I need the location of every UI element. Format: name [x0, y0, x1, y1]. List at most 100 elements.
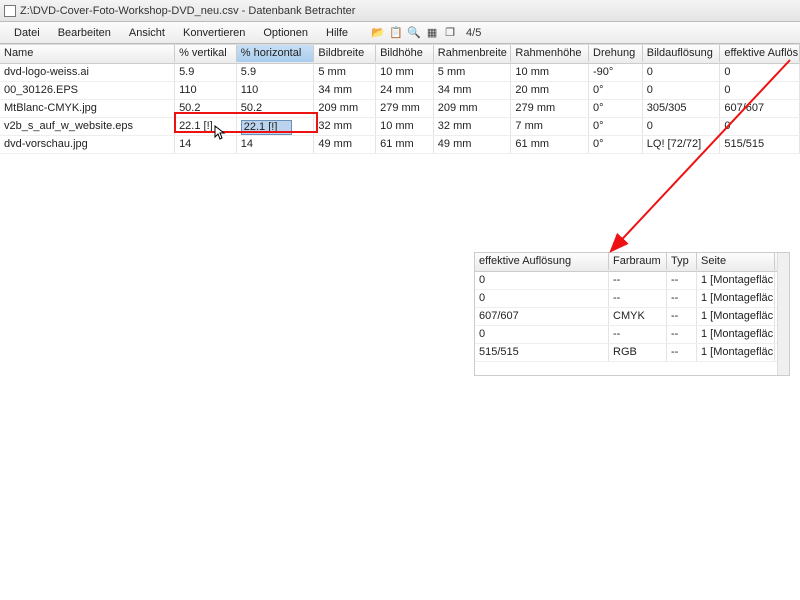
- main-table[interactable]: Name% vertikal% horizontalBildbreiteBild…: [0, 44, 800, 154]
- table-cell[interactable]: 20 mm: [511, 82, 589, 99]
- table-cell[interactable]: 0°: [589, 118, 643, 135]
- col-header[interactable]: Seite: [697, 253, 775, 270]
- table-cell[interactable]: 110: [237, 82, 315, 99]
- table-cell[interactable]: 0: [720, 118, 800, 135]
- col-header[interactable]: Bildhöhe: [376, 45, 434, 62]
- col-header[interactable]: Typ: [667, 253, 697, 270]
- col-header[interactable]: Name: [0, 45, 175, 62]
- table-cell[interactable]: 279 mm: [376, 100, 434, 117]
- table-row[interactable]: 607/607CMYK--1 [Montagefläc: [475, 308, 789, 326]
- copy-icon[interactable]: 📋: [388, 25, 404, 41]
- table-cell[interactable]: MtBlanc-CMYK.jpg: [0, 100, 175, 117]
- table-cell[interactable]: 34 mm: [434, 82, 512, 99]
- table-cell[interactable]: 61 mm: [511, 136, 589, 153]
- table-cell[interactable]: --: [667, 326, 697, 343]
- table-cell[interactable]: 00_30126.EPS: [0, 82, 175, 99]
- table-cell[interactable]: 279 mm: [511, 100, 589, 117]
- table-cell[interactable]: 1 [Montagefläc: [697, 326, 775, 343]
- table-cell[interactable]: 22.1 [!]: [237, 118, 315, 135]
- col-header[interactable]: Bildauflösung: [643, 45, 721, 62]
- table-cell[interactable]: dvd-vorschau.jpg: [0, 136, 175, 153]
- col-header[interactable]: Rahmenhöhe: [511, 45, 589, 62]
- table-cell[interactable]: 0: [475, 326, 609, 343]
- table-cell[interactable]: --: [667, 308, 697, 325]
- table-cell[interactable]: RGB: [609, 344, 667, 361]
- table-cell[interactable]: 32 mm: [434, 118, 512, 135]
- open-icon[interactable]: 📂: [370, 25, 386, 41]
- menu-konvertieren[interactable]: Konvertieren: [175, 25, 253, 41]
- table-cell[interactable]: --: [609, 326, 667, 343]
- table-cell[interactable]: 1 [Montagefläc: [697, 272, 775, 289]
- table-cell[interactable]: 209 mm: [314, 100, 376, 117]
- table-cell[interactable]: 0: [643, 64, 721, 81]
- table-cell[interactable]: 49 mm: [314, 136, 376, 153]
- table-cell[interactable]: v2b_s_auf_w_website.eps: [0, 118, 175, 135]
- menu-bearbeiten[interactable]: Bearbeiten: [50, 25, 119, 41]
- col-header[interactable]: Farbraum: [609, 253, 667, 270]
- table-cell[interactable]: 305/305: [643, 100, 721, 117]
- table-cell[interactable]: 50.2: [175, 100, 237, 117]
- table-cell[interactable]: 607/607: [720, 100, 800, 117]
- table-cell[interactable]: 49 mm: [434, 136, 512, 153]
- table-cell[interactable]: 10 mm: [511, 64, 589, 81]
- menu-optionen[interactable]: Optionen: [255, 25, 316, 41]
- col-header[interactable]: Drehung: [589, 45, 643, 62]
- table-cell[interactable]: 0: [643, 82, 721, 99]
- menu-ansicht[interactable]: Ansicht: [121, 25, 173, 41]
- menu-datei[interactable]: Datei: [6, 25, 48, 41]
- table-cell[interactable]: 24 mm: [376, 82, 434, 99]
- table-row[interactable]: dvd-logo-weiss.ai5.95.95 mm10 mm5 mm10 m…: [0, 64, 800, 82]
- table-row[interactable]: 00_30126.EPS11011034 mm24 mm34 mm20 mm0°…: [0, 82, 800, 100]
- table-cell[interactable]: 0°: [589, 100, 643, 117]
- table-row[interactable]: v2b_s_auf_w_website.eps22.1 [!]22.1 [!]3…: [0, 118, 800, 136]
- table-row[interactable]: MtBlanc-CMYK.jpg50.250.2209 mm279 mm209 …: [0, 100, 800, 118]
- table-cell[interactable]: 110: [175, 82, 237, 99]
- table-cell[interactable]: 10 mm: [376, 64, 434, 81]
- table-cell[interactable]: 0°: [589, 82, 643, 99]
- table-cell[interactable]: 50.2: [237, 100, 315, 117]
- table-cell[interactable]: 34 mm: [314, 82, 376, 99]
- table-cell[interactable]: 5 mm: [314, 64, 376, 81]
- table-cell[interactable]: 0: [643, 118, 721, 135]
- table-cell[interactable]: 5.9: [237, 64, 315, 81]
- scrollbar[interactable]: [777, 253, 789, 375]
- grid-icon[interactable]: ▦: [424, 25, 440, 41]
- col-header[interactable]: effektive Auflös: [720, 45, 800, 62]
- table-row[interactable]: dvd-vorschau.jpg141449 mm61 mm49 mm61 mm…: [0, 136, 800, 154]
- table-cell[interactable]: 61 mm: [376, 136, 434, 153]
- table-cell[interactable]: 10 mm: [376, 118, 434, 135]
- table-cell[interactable]: --: [667, 272, 697, 289]
- col-header[interactable]: % horizontal: [237, 45, 315, 62]
- table-cell[interactable]: 1 [Montagefläc: [697, 344, 775, 361]
- menu-hilfe[interactable]: Hilfe: [318, 25, 356, 41]
- table-cell[interactable]: 0: [720, 82, 800, 99]
- col-header[interactable]: effektive Auflösung: [475, 253, 609, 270]
- find-icon[interactable]: 🔍: [406, 25, 422, 41]
- col-header[interactable]: Bildbreite: [314, 45, 376, 62]
- table-cell[interactable]: 0: [720, 64, 800, 81]
- table-cell[interactable]: 1 [Montagefläc: [697, 290, 775, 307]
- table-cell[interactable]: 515/515: [720, 136, 800, 153]
- table-cell[interactable]: 1 [Montagefläc: [697, 308, 775, 325]
- table-cell[interactable]: -90°: [589, 64, 643, 81]
- table-cell[interactable]: --: [667, 344, 697, 361]
- table-cell[interactable]: 7 mm: [511, 118, 589, 135]
- table-cell[interactable]: LQ! [72/72]: [643, 136, 721, 153]
- table-cell[interactable]: 515/515: [475, 344, 609, 361]
- table-cell[interactable]: --: [609, 290, 667, 307]
- table-cell[interactable]: CMYK: [609, 308, 667, 325]
- table-cell[interactable]: 32 mm: [314, 118, 376, 135]
- table-cell[interactable]: --: [667, 290, 697, 307]
- table-cell[interactable]: 5 mm: [434, 64, 512, 81]
- table-cell[interactable]: 14: [237, 136, 315, 153]
- table-cell[interactable]: 607/607: [475, 308, 609, 325]
- table-row[interactable]: 0----1 [Montagefläc: [475, 326, 789, 344]
- table-row[interactable]: 0----1 [Montagefläc: [475, 290, 789, 308]
- table-cell[interactable]: 0: [475, 272, 609, 289]
- table-cell[interactable]: 209 mm: [434, 100, 512, 117]
- col-header[interactable]: Rahmenbreite: [434, 45, 512, 62]
- col-header[interactable]: % vertikal: [175, 45, 237, 62]
- table-cell[interactable]: 5.9: [175, 64, 237, 81]
- table-cell[interactable]: --: [609, 272, 667, 289]
- table-row[interactable]: 515/515RGB--1 [Montagefläc: [475, 344, 789, 362]
